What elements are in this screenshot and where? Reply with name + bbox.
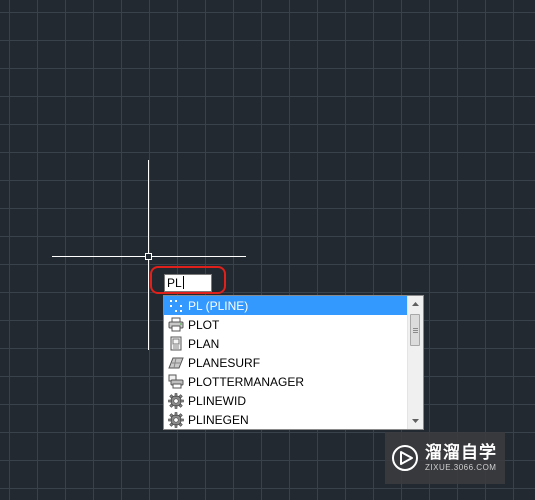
watermark-url: ZIXUE.3066.COM — [425, 463, 497, 472]
thumb-grip-line — [413, 328, 418, 329]
autocomplete-item-label: PLOTTERMANAGER — [188, 374, 305, 389]
thumb-grip-line — [413, 330, 418, 331]
dynamic-command-input[interactable]: PL — [164, 274, 212, 292]
autocomplete-item-plot[interactable]: PLOT — [164, 315, 408, 334]
scroll-up-arrow-icon[interactable] — [408, 296, 423, 312]
autocomplete-item-pline[interactable]: PL (PLINE) — [164, 296, 408, 315]
scroll-thumb[interactable] — [410, 314, 420, 346]
autocomplete-item-plan[interactable]: PLAN — [164, 334, 408, 353]
autocomplete-item-plinewid[interactable]: PLINEWID — [164, 391, 408, 410]
planar-surface-icon — [167, 355, 185, 371]
autocomplete-item-plottermanager[interactable]: PLOTTERMANAGER — [164, 372, 408, 391]
drawing-canvas[interactable]: PL PL (PLINE) PLOT PLAN PLANESURF PLOTTE… — [0, 0, 535, 500]
thumb-grip-line — [413, 332, 418, 333]
autocomplete-item-planesurf[interactable]: PLANESURF — [164, 353, 408, 372]
scroll-down-arrow-icon[interactable] — [408, 413, 423, 429]
command-input-text: PL — [167, 276, 182, 290]
watermark: 溜溜自学 ZIXUE.3066.COM — [385, 432, 505, 484]
watermark-title: 溜溜自学 — [425, 443, 497, 463]
list-scrollbar[interactable] — [407, 296, 423, 429]
autocomplete-item-label: PLANESURF — [188, 355, 261, 370]
autocomplete-item-plinegen[interactable]: PLINEGEN — [164, 410, 408, 429]
autocomplete-item-label: PL (PLINE) — [188, 298, 249, 313]
cursor-pickbox — [145, 253, 152, 260]
gear-icon — [167, 411, 185, 428]
pline-icon — [167, 298, 185, 314]
printer-icon — [167, 317, 185, 333]
autocomplete-list[interactable]: PL (PLINE) PLOT PLAN PLANESURF PLOTTERMA… — [163, 295, 424, 430]
autocomplete-item-label: PLINEWID — [188, 393, 247, 408]
autocomplete-item-label: PLOT — [188, 317, 220, 332]
watermark-text: 溜溜自学 ZIXUE.3066.COM — [425, 443, 497, 473]
plotter-manager-icon — [167, 374, 185, 390]
plan-view-icon — [167, 336, 185, 352]
text-caret — [182, 276, 184, 289]
gear-icon — [167, 392, 185, 409]
play-logo-icon — [391, 444, 419, 472]
autocomplete-item-label: PLAN — [188, 336, 220, 351]
autocomplete-item-label: PLINEGEN — [188, 412, 249, 427]
autocomplete-items: PL (PLINE) PLOT PLAN PLANESURF PLOTTERMA… — [164, 296, 408, 429]
